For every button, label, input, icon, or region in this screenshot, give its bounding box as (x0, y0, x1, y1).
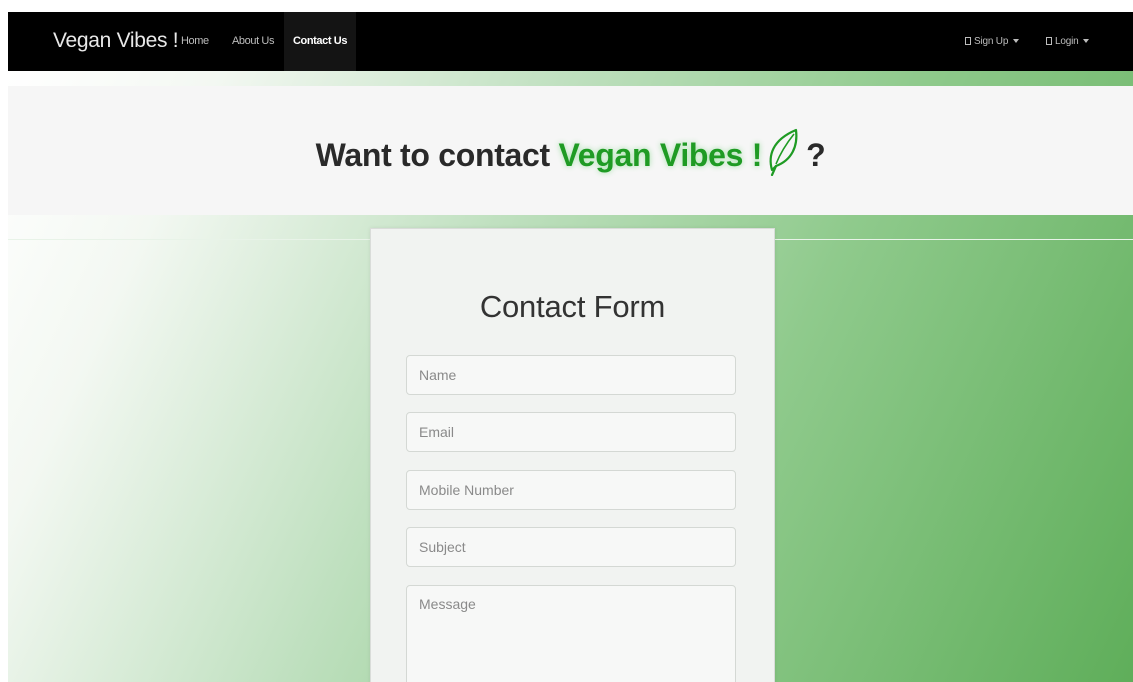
nav-about-us[interactable]: About Us (232, 12, 274, 71)
signup-dropdown[interactable]: Sign Up (965, 12, 1020, 71)
hero-suffix: ? (806, 137, 826, 173)
login-icon (1046, 37, 1052, 45)
hero-banner: Want to contact Vegan Vibes !? (8, 86, 1133, 215)
nav-home[interactable]: Home (181, 12, 209, 71)
signup-label: Sign Up (974, 36, 1009, 47)
user-icon (965, 37, 971, 45)
email-input[interactable] (406, 412, 736, 452)
hero-title: Want to contact Vegan Vibes !? (8, 126, 1133, 184)
contact-form-title: Contact Form (479, 289, 666, 324)
subject-input[interactable] (406, 527, 736, 567)
page: Vegan Vibes ! Home About Us Contact Us S… (0, 0, 1133, 682)
nav-contact-us[interactable]: Contact Us (284, 12, 356, 71)
leaf-icon (766, 126, 800, 184)
hero-brand: Vegan Vibes ! (558, 137, 763, 173)
brand-link[interactable]: Vegan Vibes ! (53, 29, 179, 53)
navbar: Vegan Vibes ! Home About Us Contact Us S… (8, 12, 1133, 71)
caret-down-icon (1083, 39, 1090, 43)
message-textarea[interactable] (406, 585, 736, 682)
caret-down-icon (1013, 39, 1020, 43)
login-dropdown[interactable]: Login (1046, 12, 1090, 71)
name-input[interactable] (406, 355, 736, 395)
hero-prefix: Want to contact (315, 137, 551, 173)
mobile-number-input[interactable] (406, 470, 736, 510)
contact-form-card: Contact Form (370, 228, 775, 682)
login-label: Login (1055, 36, 1079, 47)
